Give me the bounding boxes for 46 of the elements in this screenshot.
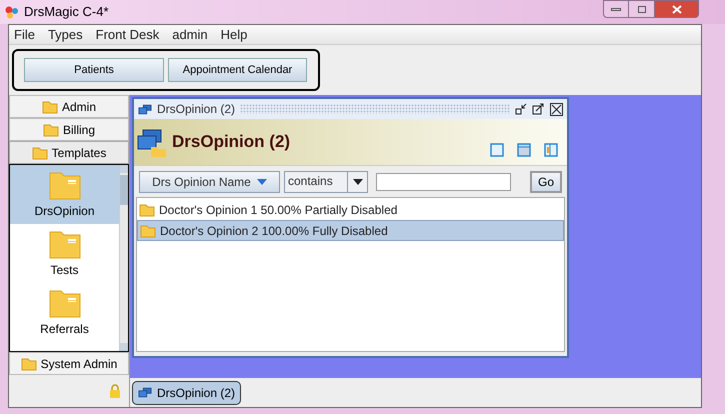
list-row[interactable]: Doctor's Opinion 2 100.00% Fully Disabled xyxy=(137,220,564,241)
folder-icon xyxy=(139,202,155,216)
menu-item[interactable]: File xyxy=(14,24,35,44)
menu-item[interactable]: Help xyxy=(220,24,248,44)
iconify-icon[interactable] xyxy=(515,103,527,115)
folder-icon xyxy=(20,356,37,370)
maximize-icon[interactable] xyxy=(532,103,545,115)
taskbar-button[interactable]: DrsOpinion (2) xyxy=(132,380,242,404)
windows-icon xyxy=(138,104,152,114)
dropdown-arrow-icon xyxy=(256,178,267,184)
scrollbar[interactable] xyxy=(119,165,128,351)
grid-view-icon[interactable] xyxy=(517,143,531,157)
app-logo-icon xyxy=(4,5,20,19)
sidebar-section-header[interactable]: System Admin xyxy=(9,352,129,375)
menu-item[interactable]: Types xyxy=(48,24,83,44)
menu-item[interactable]: Front Desk xyxy=(96,24,160,44)
sidebar-section-header[interactable]: Billing xyxy=(9,118,129,141)
search-field[interactable] xyxy=(376,172,511,190)
frame-title-bar: DrsOpinion (2) xyxy=(134,99,567,119)
maximize-button[interactable] xyxy=(629,0,655,18)
toolbar-button[interactable]: Patients xyxy=(24,58,164,82)
go-button[interactable]: Go xyxy=(530,170,562,192)
close-icon[interactable] xyxy=(550,102,563,116)
sidebar-item[interactable]: DrsOpinion xyxy=(10,165,119,224)
sidebar-section-header[interactable]: Admin xyxy=(9,95,129,118)
menu-item[interactable]: admin xyxy=(172,24,208,44)
sidebar-section-header[interactable]: Templates xyxy=(9,141,129,164)
windows-icon xyxy=(138,387,152,398)
folder-icon xyxy=(140,224,156,238)
dropdown-arrow-icon xyxy=(352,178,362,184)
close-icon xyxy=(672,4,682,14)
frame-heading: DrsOpinion (2) xyxy=(172,131,290,154)
window-title: DrsMagic C-4* xyxy=(24,3,109,22)
close-button[interactable] xyxy=(655,0,699,18)
folder-icon xyxy=(48,288,80,318)
field-dropdown[interactable]: Drs Opinion Name xyxy=(139,170,280,192)
single-view-icon[interactable] xyxy=(490,143,504,157)
folder-icon xyxy=(48,228,80,258)
folder-icon xyxy=(42,100,58,114)
operator-dropdown[interactable]: contains xyxy=(284,170,368,192)
folder-icon xyxy=(32,146,48,160)
folder-icon xyxy=(48,170,80,200)
folder-icon xyxy=(42,122,59,136)
minimize-button[interactable] xyxy=(603,0,629,18)
toolbar-button[interactable]: Appointment Calendar xyxy=(168,58,307,82)
split-view-icon[interactable] xyxy=(544,143,558,157)
